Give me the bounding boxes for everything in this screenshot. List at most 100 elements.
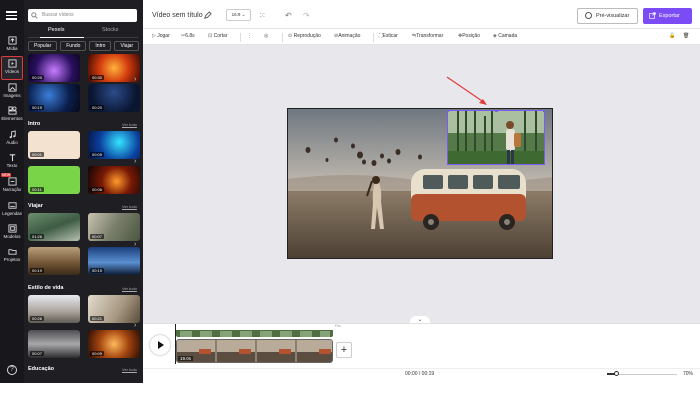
playhead[interactable] (175, 324, 176, 364)
folder-icon (7, 249, 17, 255)
video-thumb[interactable]: 00:07 (88, 213, 140, 241)
resize-handle[interactable] (495, 111, 498, 112)
help-icon[interactable]: ? (7, 365, 17, 375)
undo-icon[interactable]: ↶ (285, 11, 292, 20)
video-thumb[interactable]: 00:26 (28, 295, 80, 323)
rail-item-media[interactable]: Mídia (0, 36, 24, 51)
toolbar-transform[interactable]: ⇋Transformar (412, 33, 443, 39)
rail-item-captions[interactable]: Legendas (0, 201, 24, 216)
play-icon: ▷ (152, 33, 156, 39)
rail-item-images[interactable]: Imagens (0, 83, 24, 98)
main-filmstrip (177, 340, 332, 362)
chevron-right-icon[interactable]: › (134, 158, 136, 165)
pencil-icon[interactable] (203, 11, 212, 20)
main-video-track[interactable] (176, 339, 333, 363)
chip-popular[interactable]: Popular (28, 41, 58, 51)
chip-intro[interactable]: Intro (89, 41, 112, 51)
play-button[interactable] (150, 335, 170, 355)
see-all-link[interactable]: Ver tudo (122, 286, 137, 291)
redo-icon[interactable]: ↷ (303, 11, 310, 20)
rail-item-narration[interactable]: NEW Narração (0, 173, 24, 192)
play-icon (158, 341, 164, 349)
voice-icon (7, 177, 17, 186)
section-title-educacao: Educação (28, 366, 54, 372)
library-panel: Buscar vídeos Pexels Stocks Popular Fund… (24, 0, 143, 383)
template-icon (7, 224, 17, 233)
toolbar-animation[interactable]: ⊘Animação (334, 33, 360, 39)
video-thumb[interactable]: 00:20 (28, 54, 80, 82)
toolbar-color[interactable]: ◎ (264, 33, 268, 39)
video-thumb[interactable]: 00:21 (88, 295, 140, 323)
overlay-preview (448, 111, 544, 164)
rail-item-videos[interactable]: Vídeos (1, 56, 23, 80)
section-title-estilo: Estilo de vida (28, 285, 64, 291)
zoom-handle[interactable] (614, 371, 619, 376)
toolbar-crop[interactable]: ⊡ Cortar (208, 33, 228, 39)
toolbar-split[interactable]: ✂6.8s (181, 33, 195, 39)
video-thumb[interactable]: 00:01 (28, 131, 80, 159)
music-icon (9, 130, 16, 139)
category-chips: Popular Fundo Intro Viajar (28, 41, 140, 51)
video-thumb[interactable]: 00:19 (28, 247, 80, 275)
toolbar-adjust[interactable]: ⋮ (247, 33, 252, 39)
video-icon (7, 59, 17, 68)
zoom-slider[interactable] (607, 371, 677, 376)
video-thumb[interactable]: 00:09 (88, 131, 140, 159)
chevron-right-icon[interactable]: › (134, 76, 136, 83)
add-track-button[interactable]: + (336, 342, 352, 358)
divider (282, 33, 283, 42)
video-thumb[interactable]: 00:30 (88, 54, 140, 82)
video-thumb[interactable]: 00:20 (88, 84, 140, 112)
grid-icon[interactable]: ⁙ (259, 11, 266, 20)
see-all-link[interactable]: Ver tudo (122, 367, 137, 372)
image-icon (7, 83, 17, 92)
overlay-track[interactable] (176, 327, 333, 337)
chevron-right-icon[interactable]: › (134, 322, 136, 329)
video-thumb[interactable]: 00:11 (28, 166, 80, 194)
toolbar-playback[interactable]: ⊙ Reprodução (288, 33, 321, 39)
rail-item-text[interactable]: Texto (0, 153, 24, 168)
toolbar-position[interactable]: ✥Posição (458, 33, 480, 39)
video-thumb[interactable]: 00:15 (88, 247, 140, 275)
divider (373, 33, 374, 42)
search-icon (31, 12, 38, 19)
resize-handle[interactable] (543, 111, 544, 112)
toolbar-layer[interactable]: ◈ Camada (493, 33, 517, 39)
play-circle-icon (585, 12, 592, 19)
see-all-link[interactable]: Ver tudo (122, 204, 137, 209)
see-all-link[interactable]: Ver tudo (122, 122, 137, 127)
project-title[interactable]: Vídeo sem título (152, 12, 203, 19)
clip-duration: 19.0s (178, 356, 194, 361)
video-thumb[interactable]: 00:06 (88, 166, 140, 194)
export-button[interactable]: Exportar (643, 8, 692, 24)
export-icon (649, 12, 656, 19)
page-bottom-strip (0, 383, 700, 400)
lock-icon[interactable]: 🔓 (669, 33, 675, 39)
video-thumb[interactable]: 00:07 (28, 330, 80, 358)
rail-item-elements[interactable]: Elementos (0, 106, 24, 121)
preview-button[interactable]: Pré-visualizar (577, 8, 638, 24)
chip-fundo[interactable]: Fundo (60, 41, 87, 51)
video-thumb[interactable]: 00:19 (28, 84, 80, 112)
menu-icon[interactable] (6, 11, 17, 22)
layers-icon: ◈ (493, 33, 497, 39)
trash-icon[interactable]: 🗑 (683, 33, 689, 39)
section-title-viajar: Viajar (28, 203, 43, 209)
left-rail: Mídia Vídeos Imagens Elementos Áudio Tex… (0, 0, 24, 383)
rail-item-audio[interactable]: Áudio (0, 130, 24, 145)
aspect-ratio-select[interactable]: 16:9 ⌄ (226, 9, 251, 21)
video-thumb[interactable]: 01:26 (28, 213, 80, 241)
time-readout: 00:00 / 00:19 (405, 371, 435, 377)
tab-pexels[interactable]: Pexels (48, 27, 65, 33)
rail-item-projects[interactable]: Projetos (0, 247, 24, 262)
search-input[interactable]: Buscar vídeos (28, 9, 137, 22)
overlay-video-frame[interactable] (447, 110, 545, 165)
toolbar-stretch[interactable]: ⛶Esticar (379, 33, 398, 39)
chevron-right-icon[interactable]: › (134, 241, 136, 248)
rail-item-templates[interactable]: Modelos (0, 224, 24, 239)
tab-stocks[interactable]: Stocks (102, 27, 119, 33)
track-end-label: Fim (335, 324, 341, 328)
chip-viajar[interactable]: Viajar (114, 41, 140, 51)
toolbar-play[interactable]: ▷ Jogar (152, 33, 170, 39)
video-thumb[interactable]: 00:09 (88, 330, 140, 358)
